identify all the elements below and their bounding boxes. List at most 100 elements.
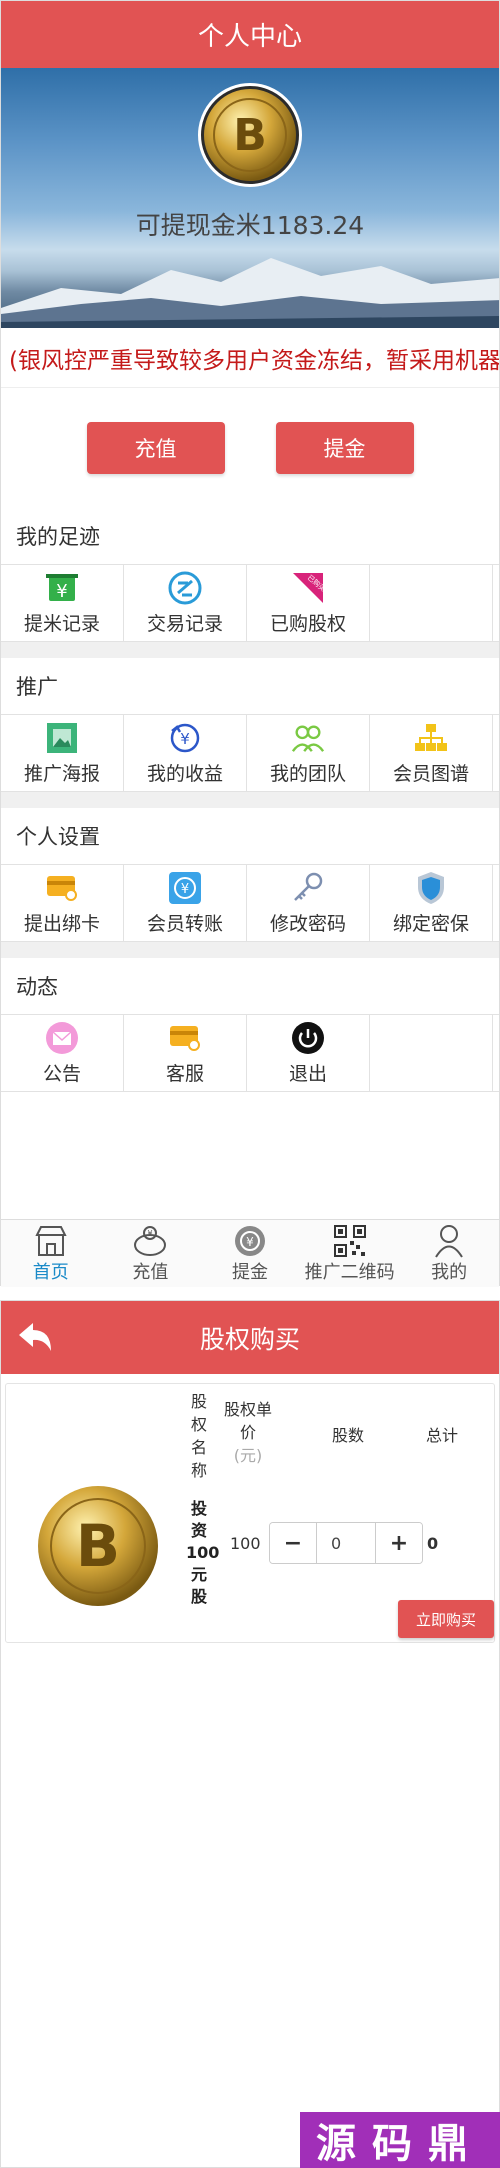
- increase-button[interactable]: +: [376, 1523, 422, 1563]
- settings-grid: 提出绑卡 ¥ 会员转账 修改密码 绑定密保: [1, 864, 499, 942]
- piggy-icon: ¥: [132, 1224, 168, 1258]
- footprint-label: 提米记录: [23, 612, 100, 635]
- settings-title: 个人设置: [1, 808, 499, 864]
- divider: [1, 642, 499, 658]
- svg-text:¥: ¥: [180, 730, 190, 748]
- footprint-item-purchased-equity[interactable]: 已购买 已购股权: [247, 565, 370, 641]
- product-name: 投资100元股: [186, 1499, 220, 1606]
- atm-yuan-icon: ¥: [45, 571, 79, 605]
- poster-icon: [45, 721, 79, 755]
- tab-label: 我的: [431, 1261, 468, 1283]
- purchase-screen: 股权购买 B 股权名称 股权单价 (元) 股数 总计 投资100元股 100 −…: [0, 1300, 500, 2168]
- watermark: 源码鼎: [300, 2112, 500, 2168]
- col-price-label: 股权单价: [223, 1400, 272, 1442]
- buy-now-button[interactable]: 立即购买: [398, 1600, 494, 1638]
- footprint-item-withdraw-record[interactable]: ¥ 提米记录: [1, 565, 124, 641]
- promotion-item-income[interactable]: ¥ 我的收益: [124, 715, 247, 791]
- tab-home[interactable]: 首页: [1, 1220, 101, 1287]
- recharge-button[interactable]: 充值: [86, 422, 225, 474]
- svg-text:¥: ¥: [181, 882, 189, 897]
- quantity-input[interactable]: 0: [316, 1523, 376, 1563]
- settings-label: 提出绑卡: [23, 912, 100, 935]
- col-header-total: 总计: [426, 1426, 459, 1445]
- promotion-title: 推广: [1, 658, 499, 714]
- page: 个人中心 B 可提现金米1183.24 (银风控严重导致较多用户资金冻结，暂采用…: [0, 0, 500, 2168]
- user-icon: [433, 1224, 465, 1258]
- card-icon: [45, 871, 79, 905]
- tab-recharge[interactable]: ¥ 充值: [101, 1220, 201, 1287]
- bitcoin-coin-image: B: [36, 1484, 160, 1608]
- total-value: 0: [427, 1534, 439, 1553]
- exchange-icon: [168, 571, 202, 605]
- key-icon: [291, 871, 325, 905]
- promotion-label: 会员图谱: [392, 762, 469, 785]
- store-icon: [34, 1224, 68, 1258]
- promotion-item-poster[interactable]: 推广海报: [1, 715, 124, 791]
- footprint-title: 我的足迹: [1, 508, 499, 564]
- news-item-announcement[interactable]: 公告: [1, 1015, 124, 1091]
- settings-label: 修改密码: [269, 912, 346, 935]
- tab-label: 充值: [132, 1261, 169, 1283]
- news-label: 客服: [165, 1062, 204, 1085]
- tab-mine[interactable]: 我的: [399, 1220, 499, 1287]
- tab-withdraw[interactable]: ¥ 提金: [200, 1220, 300, 1287]
- qrcode-icon: [333, 1224, 366, 1258]
- col-price-unit: (元): [233, 1446, 263, 1465]
- col-header-price: 股权单价 (元): [218, 1398, 278, 1467]
- avatar[interactable]: B: [198, 83, 302, 187]
- profile-screen: 个人中心 B 可提现金米1183.24 (银风控严重导致较多用户资金冻结，暂采用…: [0, 0, 500, 1287]
- svg-text:B: B: [233, 110, 267, 161]
- settings-item-bind-card[interactable]: 提出绑卡: [1, 865, 124, 941]
- news-title: 动态: [1, 958, 499, 1014]
- tab-label: 提金: [231, 1261, 268, 1283]
- divider: [1, 942, 499, 958]
- news-label: 退出: [288, 1062, 327, 1085]
- news-item-customer-service[interactable]: 客服: [124, 1015, 247, 1091]
- purchased-badge-icon: 已购买: [291, 571, 325, 605]
- income-icon: ¥: [168, 721, 202, 755]
- promotion-label: 我的收益: [146, 762, 223, 785]
- news-item-empty: [370, 1015, 493, 1091]
- team-icon: [291, 721, 325, 755]
- marquee-text: (银风控严重导致较多用户资金冻结，暂采用机器: [9, 347, 499, 374]
- tab-label: 首页: [32, 1261, 69, 1283]
- settings-item-change-password[interactable]: 修改密码: [247, 865, 370, 941]
- promotion-label: 我的团队: [269, 762, 346, 785]
- divider: [1, 792, 499, 808]
- action-buttons: 充值 提金: [1, 388, 499, 508]
- bitcoin-coin-icon: B: [204, 89, 296, 181]
- product-price: 100: [230, 1534, 261, 1553]
- tab-label: 推广二维码: [304, 1261, 395, 1283]
- col-header-qty: 股数: [332, 1426, 365, 1445]
- transfer-icon: ¥: [168, 871, 202, 905]
- withdraw-button[interactable]: 提金: [275, 422, 414, 474]
- svg-text:¥: ¥: [148, 1229, 153, 1238]
- settings-item-bind-security[interactable]: 绑定密保: [370, 865, 493, 941]
- footprint-label: 已购股权: [269, 612, 346, 635]
- quantity-stepper: − 0 +: [269, 1522, 423, 1564]
- back-arrow-icon[interactable]: [17, 1321, 53, 1359]
- svg-text:B: B: [76, 1512, 120, 1580]
- news-label: 公告: [42, 1062, 81, 1085]
- page-title: 个人中心: [197, 22, 302, 52]
- promotion-label: 推广海报: [23, 762, 100, 785]
- settings-item-member-transfer[interactable]: ¥ 会员转账: [124, 865, 247, 941]
- purchase-title: 股权购买: [199, 1324, 300, 1354]
- settings-label: 绑定密保: [392, 912, 469, 935]
- profile-header: 个人中心: [1, 1, 499, 68]
- footprint-item-trade-record[interactable]: 交易记录: [124, 565, 247, 641]
- withdrawable-balance: 可提现金米1183.24: [135, 211, 365, 240]
- promotion-item-member-map[interactable]: 会员图谱: [370, 715, 493, 791]
- notice-marquee: (银风控严重导致较多用户资金冻结，暂采用机器: [1, 328, 499, 388]
- mountain-image: [1, 258, 499, 328]
- equity-card: B 股权名称 股权单价 (元) 股数 总计 投资100元股 100 − 0 + …: [5, 1383, 495, 1643]
- shield-icon: [414, 871, 448, 905]
- decrease-button[interactable]: −: [270, 1523, 316, 1563]
- news-item-logout[interactable]: 退出: [247, 1015, 370, 1091]
- promotion-item-team[interactable]: 我的团队: [247, 715, 370, 791]
- svg-text:¥: ¥: [246, 1235, 254, 1249]
- tab-qrcode[interactable]: 推广二维码: [300, 1220, 400, 1287]
- settings-label: 会员转账: [146, 912, 223, 935]
- footprint-label: 交易记录: [146, 612, 223, 635]
- col-header-name: 股权名称: [190, 1392, 207, 1480]
